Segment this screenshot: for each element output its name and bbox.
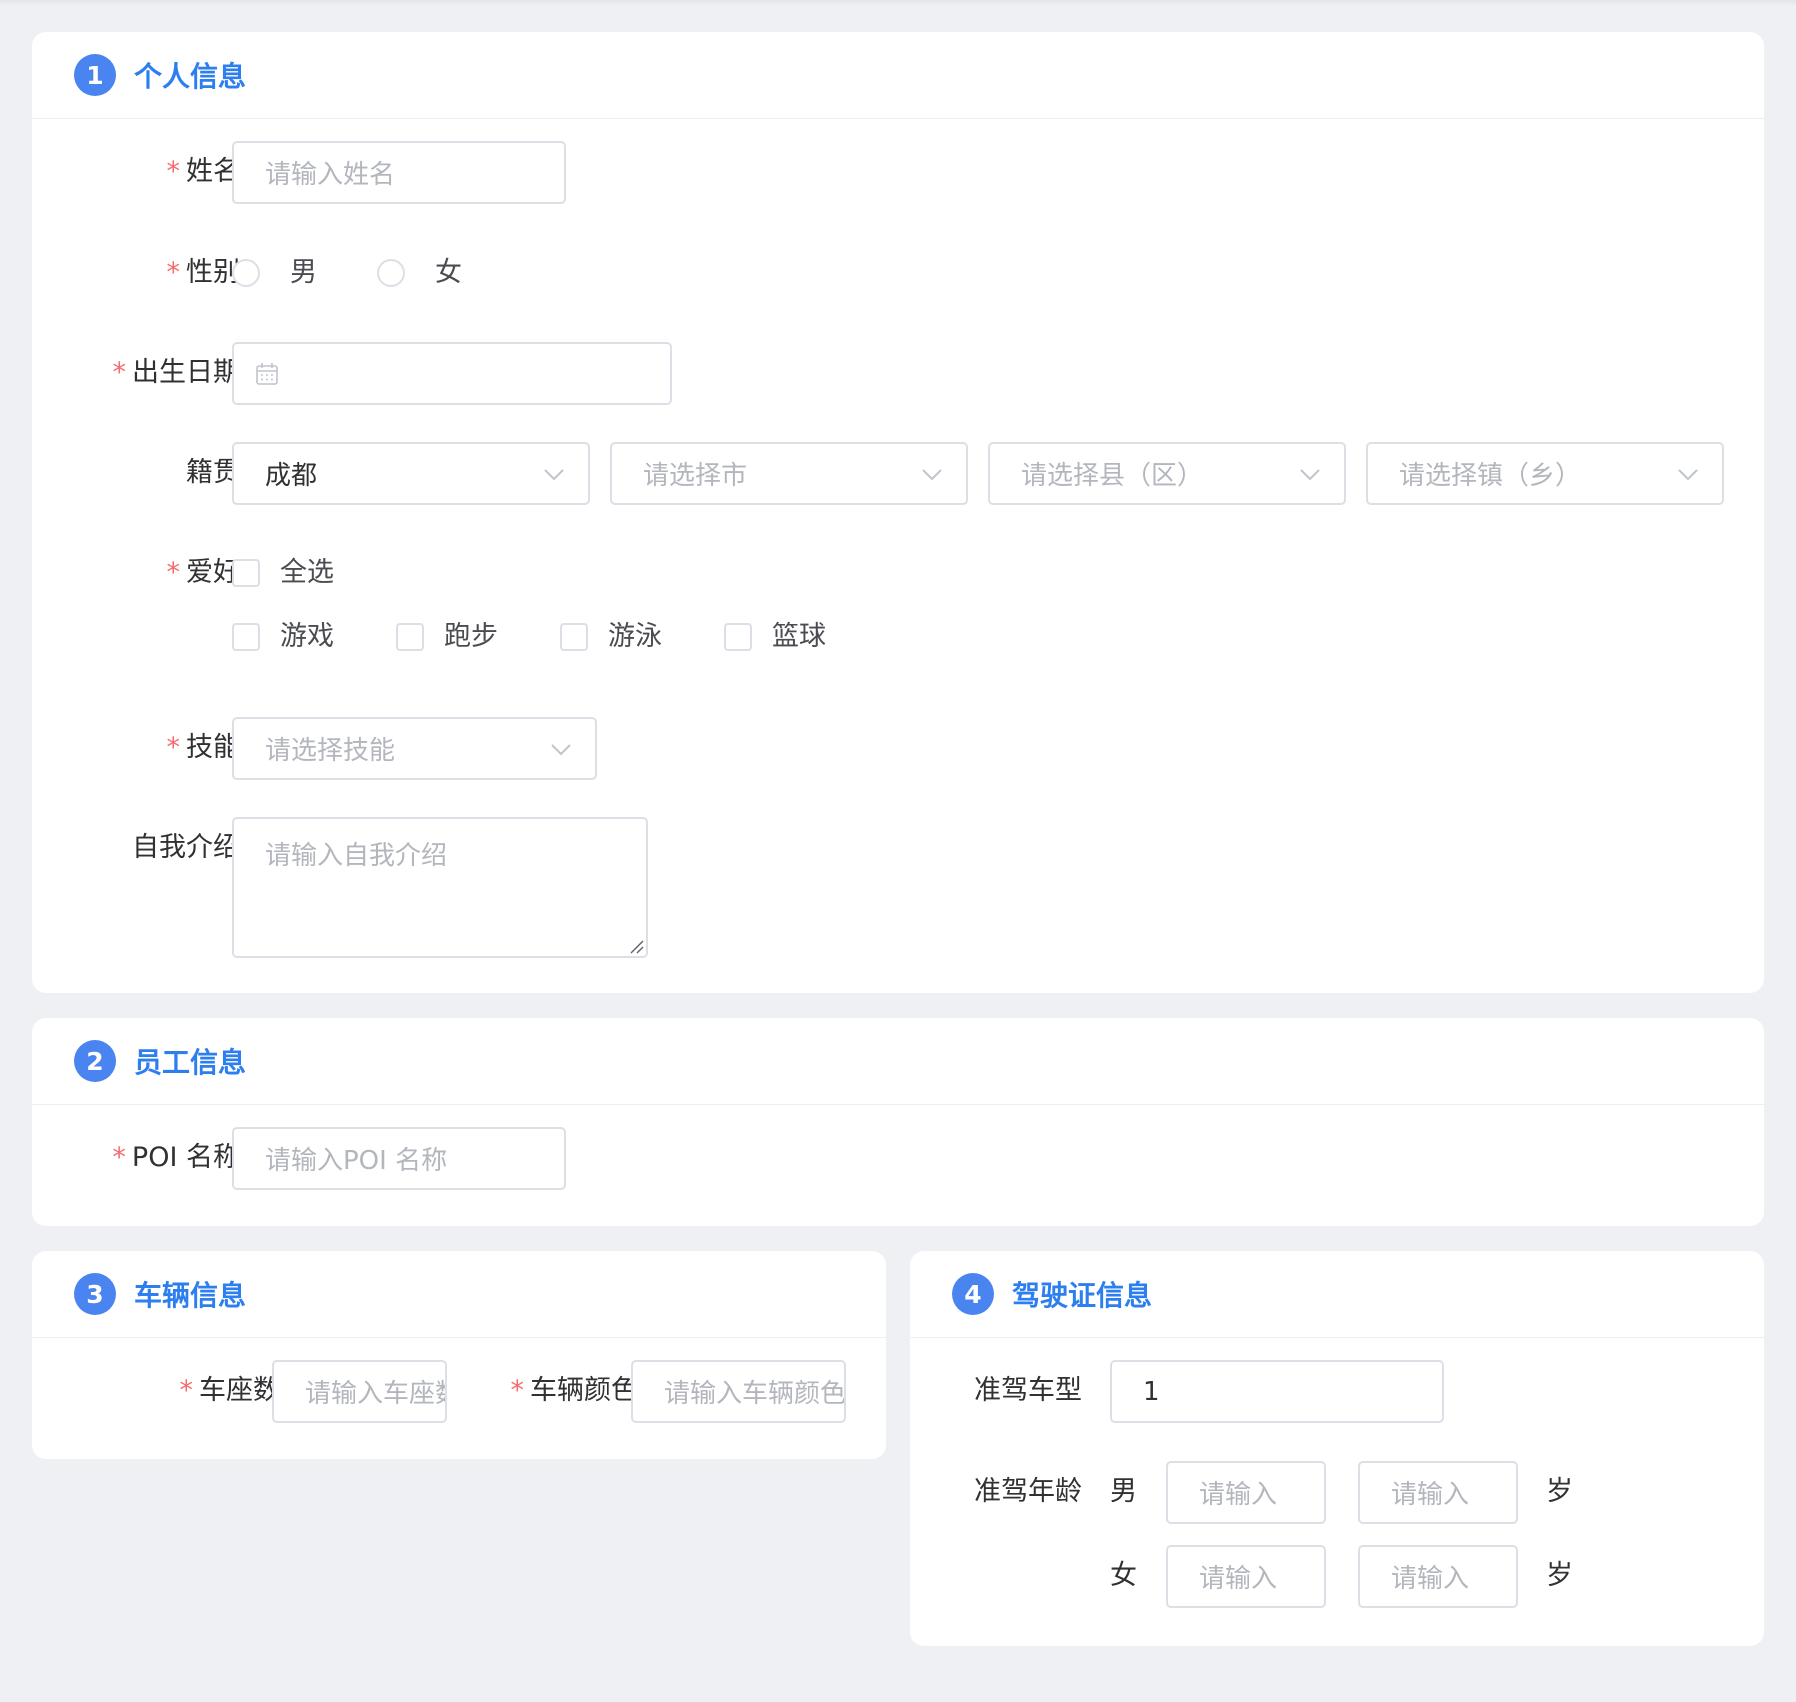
hobby-option-running[interactable]: 跑步 <box>444 617 498 657</box>
license-info-card: 4 驾驶证信息 准驾车型 1 准驾年龄 男 请输入 请输入 岁 女 请输入 请输… <box>910 1251 1764 1646</box>
step-badge-3: 3 <box>74 1273 116 1315</box>
resize-grip-icon[interactable] <box>628 938 644 954</box>
required-mark: * <box>112 357 127 388</box>
hobby-label: * 爱好 <box>166 557 241 588</box>
gender-radio-female[interactable] <box>377 259 405 287</box>
step-badge-4: 4 <box>952 1273 994 1315</box>
name-label: * 姓名 <box>166 156 241 187</box>
personal-info-card: 1 个人信息 * 姓名 请输入姓名 * 性别 男 女 * 出生日期 籍贯 成都 请选择… <box>32 32 1764 993</box>
vehicle-color-label: * 车辆颜色 <box>510 1375 639 1406</box>
employee-info-header: 2 员工信息 <box>32 1018 1764 1105</box>
license-age-male-min-input[interactable]: 请输入 <box>1166 1461 1326 1524</box>
chevron-down-icon <box>922 469 942 481</box>
seat-count-label: * 车座数 <box>179 1375 281 1406</box>
employee-info-card: 2 员工信息 * POI 名称 请输入POI 名称 <box>32 1018 1764 1226</box>
hobby-option-swimming[interactable]: 游泳 <box>608 617 662 657</box>
license-age-female-unit: 岁 <box>1546 1560 1573 1591</box>
gender-option-male[interactable]: 男 <box>290 253 317 293</box>
skill-select[interactable]: 请选择技能 <box>232 717 597 780</box>
chevron-down-icon <box>551 744 571 756</box>
required-mark: * <box>112 1142 126 1173</box>
province-select[interactable]: 成都 <box>232 442 590 505</box>
vehicle-info-header: 3 车辆信息 <box>32 1251 886 1338</box>
required-mark: * <box>510 1375 525 1406</box>
chevron-down-icon <box>1300 469 1320 481</box>
license-type-input[interactable]: 1 <box>1110 1360 1444 1423</box>
license-age-female-max-input[interactable]: 请输入 <box>1358 1545 1518 1608</box>
top-shadow <box>0 0 1796 6</box>
hobby-select-all-checkbox[interactable] <box>232 559 260 587</box>
county-select[interactable]: 请选择县（区） <box>988 442 1346 505</box>
city-select[interactable]: 请选择市 <box>610 442 968 505</box>
license-age-female-min-input[interactable]: 请输入 <box>1166 1545 1326 1608</box>
birth-date-picker[interactable] <box>232 342 672 405</box>
required-mark: * <box>179 1375 194 1406</box>
required-mark: * <box>166 257 181 288</box>
personal-info-header: 1 个人信息 <box>32 32 1764 119</box>
required-mark: * <box>166 557 181 588</box>
hobby-checkbox-running[interactable] <box>396 623 424 651</box>
name-input[interactable]: 请输入姓名 <box>232 141 566 204</box>
required-mark: * <box>166 732 181 763</box>
vehicle-info-card: 3 车辆信息 * 车座数 请输入车座数 * 车辆颜色 请输入车辆颜色 <box>32 1251 886 1459</box>
calendar-icon <box>256 362 278 385</box>
step-badge-2: 2 <box>74 1040 116 1082</box>
birth-date-label: * 出生日期 <box>112 357 241 388</box>
license-age-male-max-input[interactable]: 请输入 <box>1358 1461 1518 1524</box>
chevron-down-icon <box>544 469 564 481</box>
hobby-option-basketball[interactable]: 篮球 <box>772 617 826 657</box>
license-info-title: 驾驶证信息 <box>1012 1279 1153 1312</box>
required-mark: * <box>166 156 181 187</box>
intro-label: 自我介绍 <box>132 832 240 863</box>
skill-label: * 技能 <box>166 732 241 763</box>
town-select[interactable]: 请选择镇（乡） <box>1366 442 1724 505</box>
license-info-header: 4 驾驶证信息 <box>910 1251 1764 1338</box>
vehicle-info-title: 车辆信息 <box>134 1279 247 1312</box>
employee-info-title: 员工信息 <box>134 1046 247 1079</box>
hobby-option-game[interactable]: 游戏 <box>280 617 334 657</box>
vehicle-color-input[interactable]: 请输入车辆颜色 <box>631 1360 846 1423</box>
poi-name-input[interactable]: 请输入POI 名称 <box>232 1127 566 1190</box>
gender-radio-male[interactable] <box>232 259 260 287</box>
hobby-checkbox-swimming[interactable] <box>560 623 588 651</box>
intro-textarea[interactable] <box>232 817 648 958</box>
seat-count-input[interactable]: 请输入车座数 <box>272 1360 447 1423</box>
license-type-label: 准驾车型 <box>974 1375 1082 1406</box>
license-age-male-unit: 岁 <box>1546 1476 1573 1507</box>
gender-option-female[interactable]: 女 <box>435 253 462 293</box>
license-age-label: 准驾年龄 <box>974 1476 1082 1507</box>
poi-name-label: * POI 名称 <box>112 1142 240 1173</box>
license-age-male-label: 男 <box>1110 1476 1137 1507</box>
hobby-checkbox-game[interactable] <box>232 623 260 651</box>
chevron-down-icon <box>1678 469 1698 481</box>
personal-info-title: 个人信息 <box>134 60 247 93</box>
gender-label: * 性别 <box>166 257 241 288</box>
step-badge-1: 1 <box>74 54 116 96</box>
hobby-checkbox-basketball[interactable] <box>724 623 752 651</box>
license-age-female-label: 女 <box>1110 1560 1137 1591</box>
hobby-select-all-label[interactable]: 全选 <box>280 553 334 593</box>
